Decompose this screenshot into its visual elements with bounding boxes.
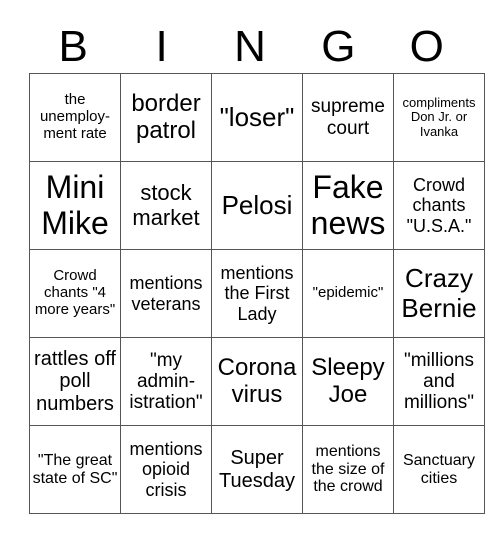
bingo-cell[interactable]: mentions the First Lady [211,249,303,338]
bingo-cell[interactable]: "The great state of SC" [29,425,121,514]
header-letter-n: N [234,22,266,71]
bingo-cell[interactable]: Sleepy Joe [302,337,394,426]
bingo-cell[interactable]: mentions opioid crisis [120,425,212,514]
bingo-cell[interactable]: Crowd chants "U.S.A." [393,161,485,250]
header-letter-i: I [155,22,168,71]
board-row: rattles off poll numbers "my admin-istra… [29,337,485,426]
bingo-cell[interactable]: Fake news [302,161,394,250]
bingo-cell[interactable]: "my admin-istration" [120,337,212,426]
board-row: Crowd chants "4 more years" mentions vet… [29,249,485,338]
bingo-cell[interactable]: Mini Mike [29,161,121,250]
bingo-board: the unemploy-ment rate border patrol "lo… [29,73,485,514]
board-row: the unemploy-ment rate border patrol "lo… [29,73,485,162]
bingo-cell[interactable]: "loser" [211,73,303,162]
board-row: "The great state of SC" mentions opioid … [29,425,485,514]
bingo-cell[interactable]: supreme court [302,73,394,162]
bingo-header: B I N G O [29,22,471,72]
bingo-cell[interactable]: Sanctuary cities [393,425,485,514]
bingo-cell[interactable]: Super Tuesday [211,425,303,514]
header-letter-o: O [409,22,444,71]
bingo-cell[interactable]: border patrol [120,73,212,162]
bingo-cell[interactable]: Crowd chants "4 more years" [29,249,121,338]
bingo-cell[interactable]: rattles off poll numbers [29,337,121,426]
header-letter-g: G [321,22,356,71]
bingo-cell[interactable]: the unemploy-ment rate [29,73,121,162]
bingo-cell[interactable]: Corona virus [211,337,303,426]
bingo-cell[interactable]: stock market [120,161,212,250]
header-letter-b: B [58,22,88,71]
bingo-cell[interactable]: "millions and millions" [393,337,485,426]
bingo-cell[interactable]: mentions the size of the crowd [302,425,394,514]
bingo-cell[interactable]: compliments Don Jr. or Ivanka [393,73,485,162]
bingo-cell[interactable]: mentions veterans [120,249,212,338]
board-row: Mini Mike stock market Pelosi Fake news … [29,161,485,250]
bingo-cell[interactable]: "epidemic" [302,249,394,338]
bingo-cell[interactable]: Crazy Bernie [393,249,485,338]
bingo-cell[interactable]: Pelosi [211,161,303,250]
